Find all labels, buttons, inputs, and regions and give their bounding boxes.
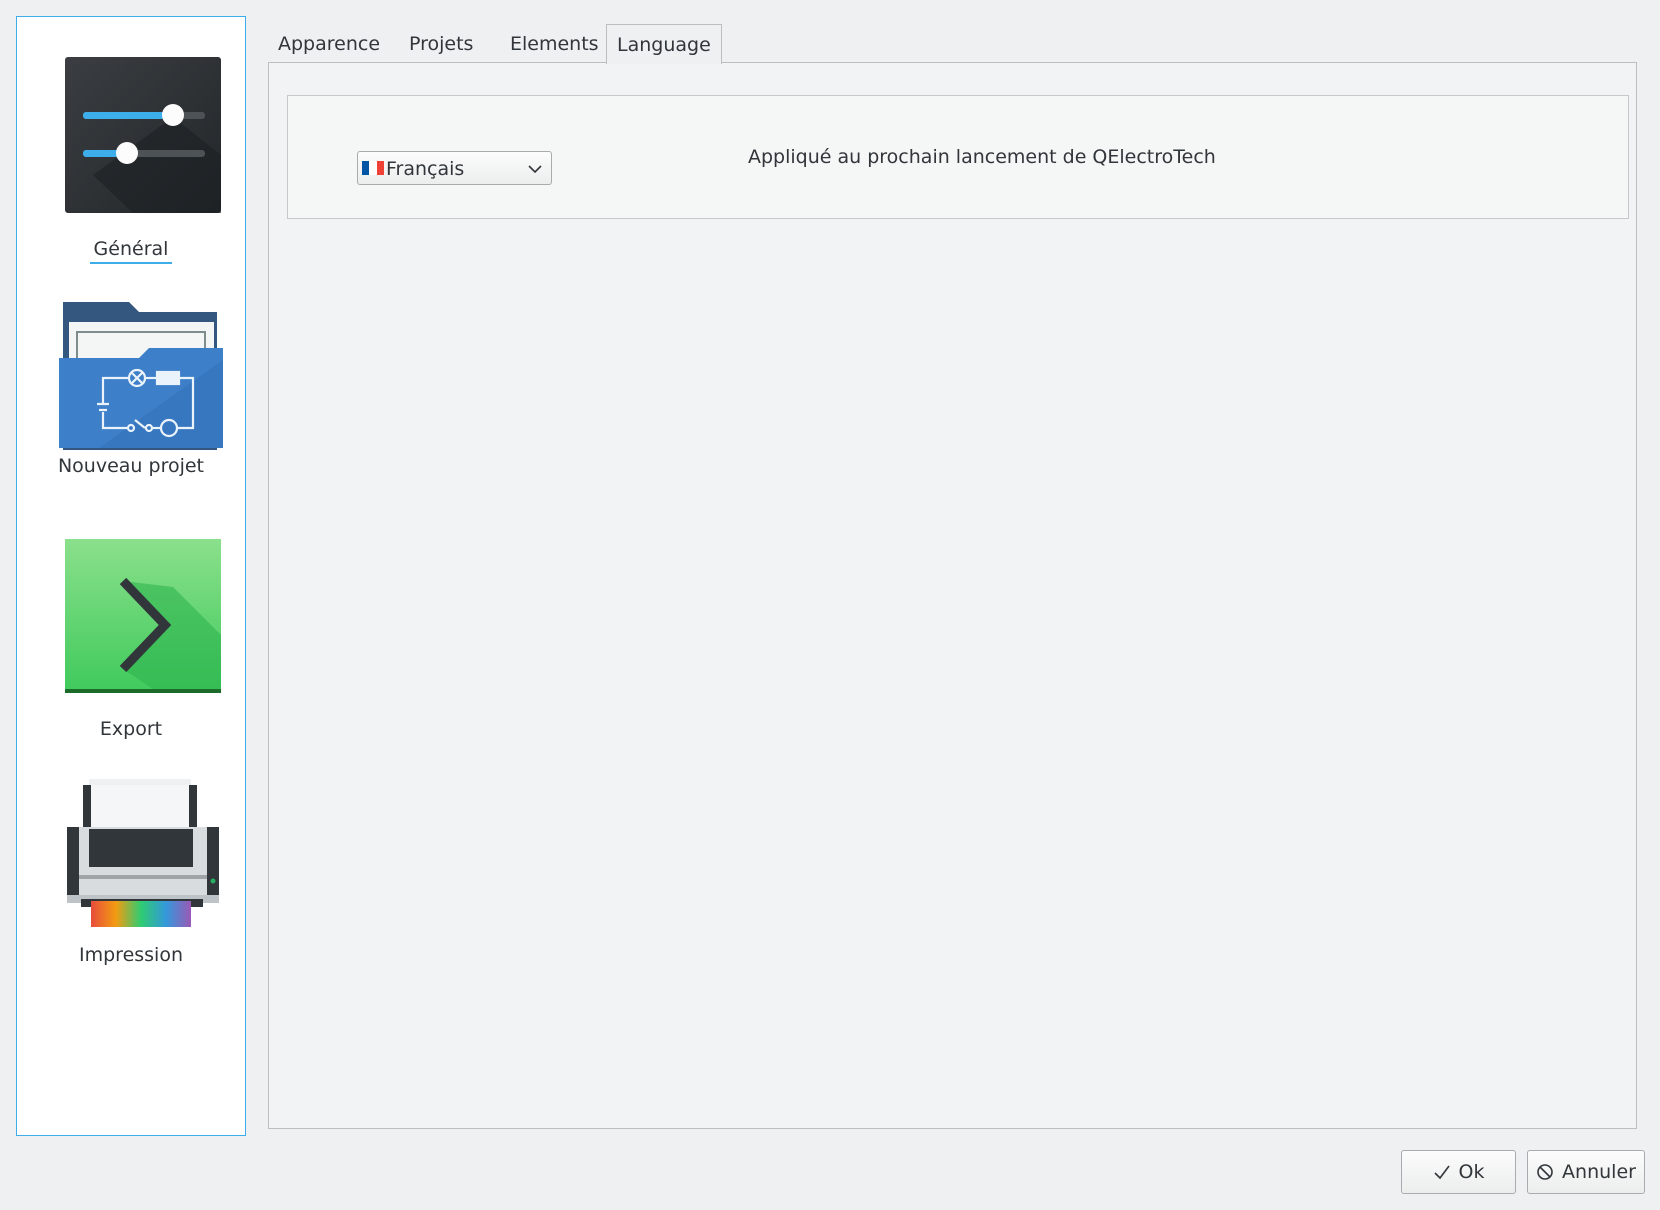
tab-projets[interactable]: Projets [399, 24, 483, 63]
printer-icon [67, 779, 219, 927]
sidebar-item-export[interactable]: Export [17, 537, 245, 740]
sidebar-item-print[interactable]: Impression [17, 777, 245, 977]
cancel-icon [1537, 1164, 1553, 1180]
language-select[interactable]: Français [357, 151, 552, 185]
sidebar-item-general[interactable]: Général [17, 55, 245, 264]
tab-elements[interactable]: Elements [500, 24, 609, 63]
tab-apparence[interactable]: Apparence [268, 24, 390, 63]
checkmark-icon [1433, 1165, 1450, 1180]
sidebar-item-label: Nouveau projet [57, 455, 205, 477]
language-tab-panel: Français Appliqué au prochain lancement … [268, 62, 1637, 1129]
sidebar-item-label: Général [89, 238, 173, 264]
ok-button[interactable]: Ok [1401, 1150, 1516, 1194]
language-select-value: Français [386, 158, 465, 180]
sliders-icon [65, 57, 221, 213]
ok-button-label: Ok [1458, 1161, 1485, 1183]
sidebar-item-label: Impression [79, 944, 183, 966]
sidebar-item-new-project[interactable]: Nouveau projet [17, 300, 245, 500]
france-flag-icon [362, 161, 384, 175]
settings-category-list[interactable]: Général Nouveau projet Export Impression [16, 16, 246, 1136]
language-groupbox: Français Appliqué au prochain lancement … [287, 95, 1629, 219]
tab-language[interactable]: Language [606, 24, 722, 64]
cancel-button-label: Annuler [1562, 1161, 1636, 1183]
sidebar-item-label: Export [99, 718, 163, 740]
cancel-button[interactable]: Annuler [1527, 1150, 1645, 1194]
project-folder-icon [59, 302, 223, 450]
chevron-down-icon [528, 165, 542, 174]
export-arrow-icon [65, 539, 221, 693]
restart-note: Appliqué au prochain lancement de QElect… [748, 146, 1216, 168]
